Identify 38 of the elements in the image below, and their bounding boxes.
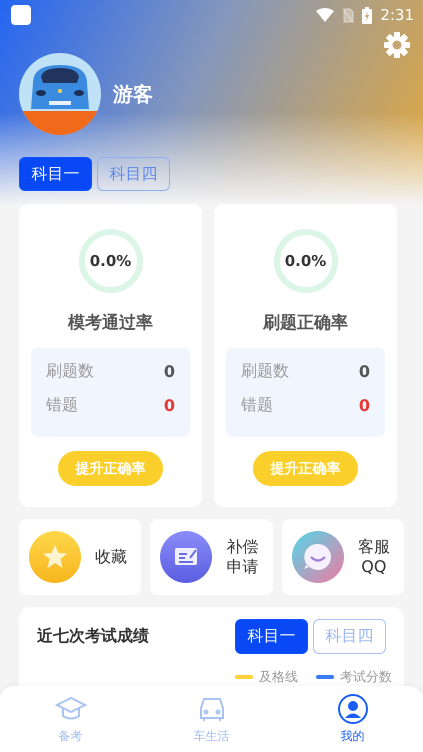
stat-label: 刷题数 (241, 360, 289, 382)
settings-icon[interactable] (383, 31, 411, 59)
wifi-icon (316, 8, 334, 22)
stat-label: 刷题数 (46, 360, 94, 382)
status-time: 2:31 (380, 6, 414, 24)
form-icon (160, 531, 212, 583)
shortcut-label: 收藏 (95, 547, 128, 567)
shortcut-card[interactable]: 补偿 申请 (150, 519, 273, 595)
progress-ring (76, 227, 144, 295)
user-name: 游客 (113, 80, 153, 108)
nav-item[interactable]: 我的 (282, 686, 423, 752)
battery-icon (362, 6, 372, 24)
percent-value: 0.0% (88, 252, 132, 270)
shortcut-label: 补偿 (226, 537, 258, 557)
percent-value: 0.0% (284, 252, 328, 270)
notification-icon (11, 5, 31, 25)
stat-value: 0 (164, 396, 175, 414)
shortcut-label: QQ (361, 557, 386, 577)
stat-label: 错题 (241, 394, 273, 416)
shortcut-card[interactable]: 客服 QQ (282, 519, 404, 595)
subject-tab[interactable]: 科目一 (19, 157, 92, 191)
progress-ring (272, 227, 340, 295)
stat-value: 0 (164, 362, 175, 380)
stat-value: 0 (358, 396, 370, 414)
legend-label: 及格线 (259, 669, 298, 686)
person-icon (336, 694, 368, 724)
shortcut-label: 申请 (226, 557, 258, 577)
card-title: 刷题正确率 (263, 312, 348, 334)
stat-value: 0 (358, 362, 370, 380)
legend-label: 考试分数 (340, 669, 392, 686)
subject-tab[interactable]: 科目一 (235, 619, 308, 654)
scores-title: 近七次考试成绩 (37, 626, 149, 647)
shortcut-label: 客服 (358, 537, 390, 557)
chat-icon (292, 531, 344, 583)
shortcut-card[interactable]: 收藏 (19, 519, 142, 595)
no-sim-icon (342, 8, 354, 22)
card-title: 模考通过率 (68, 312, 153, 334)
stat-label: 错题 (46, 394, 78, 416)
